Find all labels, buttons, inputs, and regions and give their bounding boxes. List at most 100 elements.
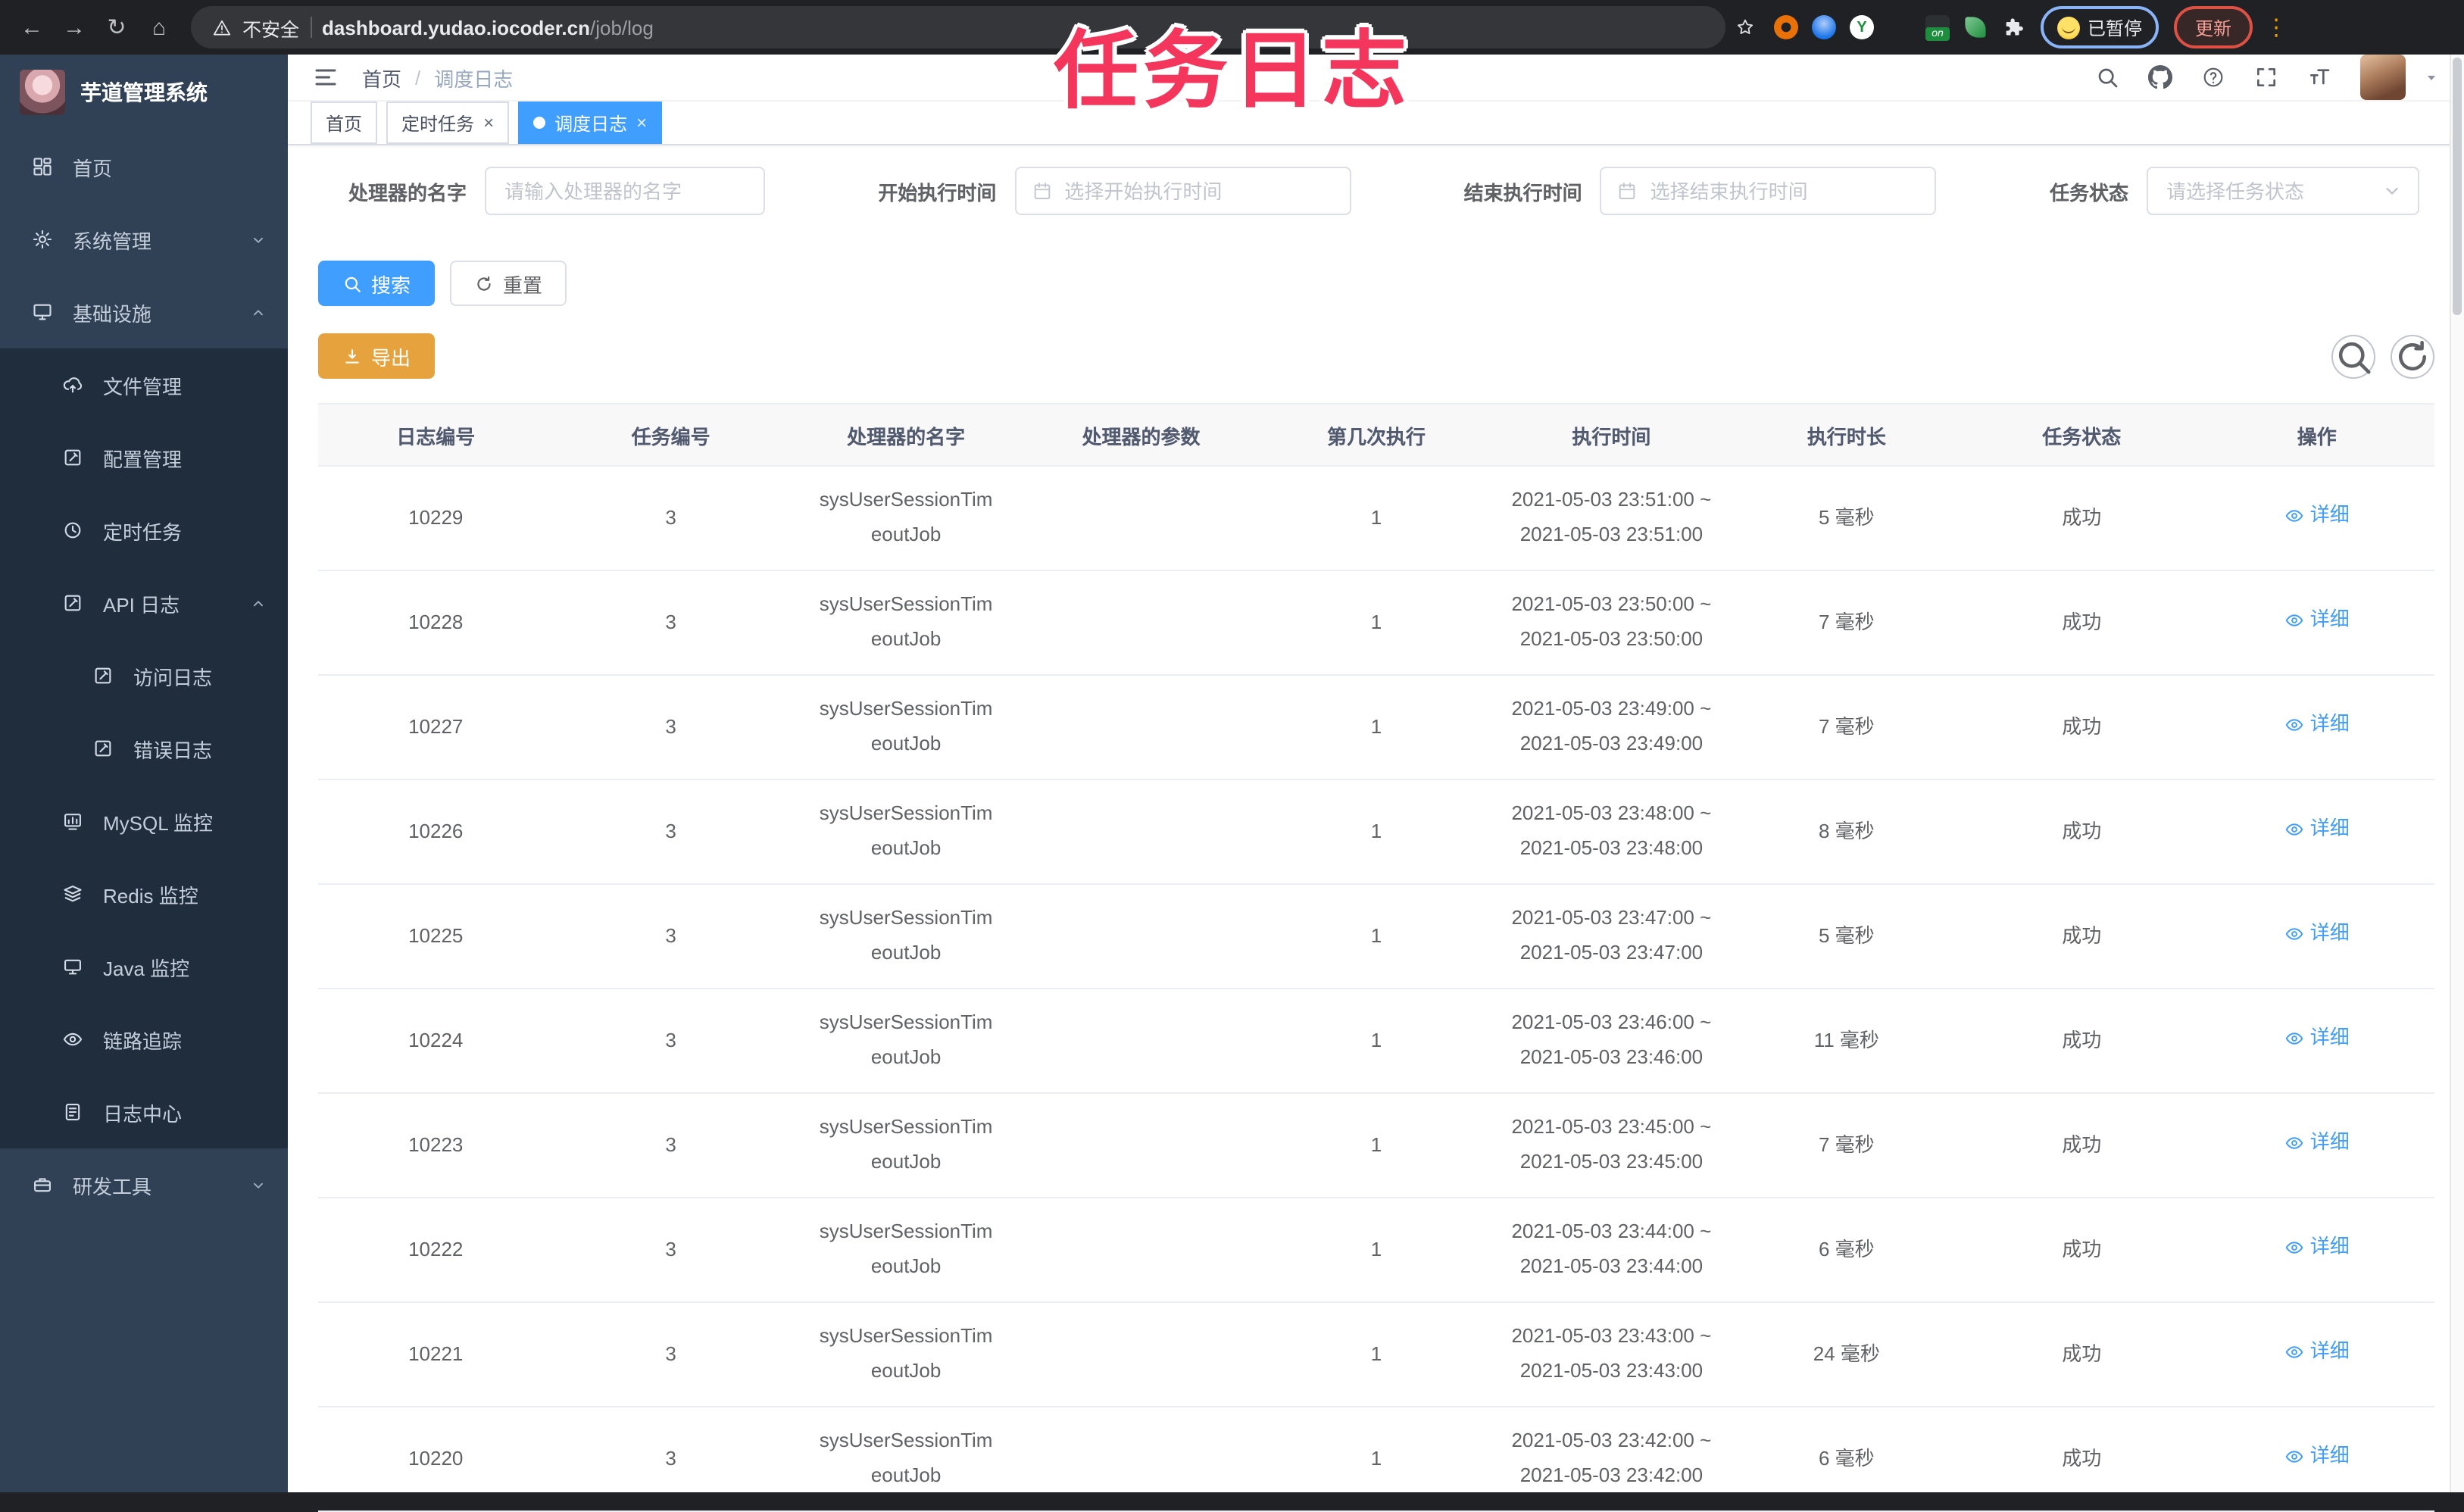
handler-name-input[interactable] bbox=[485, 167, 766, 215]
font-size-icon[interactable] bbox=[2307, 65, 2331, 89]
end-time-field[interactable] bbox=[1647, 178, 1920, 204]
refresh-table-icon[interactable] bbox=[2391, 334, 2434, 378]
cell-exec-time: 2021-05-03 23:48:00 ~2021-05-03 23:48:00 bbox=[1494, 779, 1729, 885]
detail-link[interactable]: 详细 bbox=[2284, 812, 2350, 847]
table-header-row: 日志编号 任务编号 处理器的名字 处理器的参数 第几次执行 执行时间 执行时长 任务状态 操作 bbox=[318, 404, 2434, 467]
user-avatar[interactable] bbox=[2360, 55, 2406, 100]
column-header: 执行时长 bbox=[1729, 404, 1965, 467]
detail-link[interactable]: 详细 bbox=[2284, 603, 2350, 638]
cell-exec-time: 2021-05-03 23:45:00 ~2021-05-03 23:45:00 bbox=[1494, 1093, 1729, 1198]
breadcrumb-home[interactable]: 首页 bbox=[362, 63, 401, 92]
scrollbar-thumb[interactable] bbox=[2453, 58, 2462, 315]
sidebar-item[interactable]: 系统管理 bbox=[0, 203, 288, 276]
export-button[interactable]: 导出 bbox=[318, 333, 436, 379]
detail-link[interactable]: 详细 bbox=[2284, 1439, 2350, 1474]
sidebar-item[interactable]: 首页 bbox=[0, 130, 288, 203]
sidebar-item[interactable]: 研发工具 bbox=[0, 1148, 288, 1221]
ext-orange-icon[interactable] bbox=[1774, 15, 1798, 39]
end-time-picker[interactable] bbox=[1600, 167, 1937, 215]
sidebar-item[interactable]: 链路追踪 bbox=[0, 1003, 288, 1076]
cell-action: 详细 bbox=[2199, 989, 2434, 1094]
back-icon[interactable]: ← bbox=[12, 8, 52, 47]
config-icon bbox=[61, 447, 83, 468]
tab-调度日志[interactable]: 调度日志 × bbox=[518, 102, 663, 144]
collapse-sidebar-icon[interactable] bbox=[312, 64, 339, 91]
ext-leaf-icon[interactable] bbox=[1963, 15, 1988, 39]
detail-link[interactable]: 详细 bbox=[2284, 708, 2350, 742]
detail-link[interactable]: 详细 bbox=[2284, 1230, 2350, 1265]
fullscreen-icon[interactable] bbox=[2254, 65, 2278, 89]
bookmark-star-icon[interactable] bbox=[1735, 17, 1756, 38]
begin-time-picker[interactable] bbox=[1014, 167, 1351, 215]
sidebar-item[interactable]: 定时任务 bbox=[0, 494, 288, 567]
column-header: 任务状态 bbox=[1964, 404, 2200, 467]
paused-label: 已暂停 bbox=[2088, 17, 2143, 39]
table-toolbar: 导出 bbox=[318, 333, 2434, 379]
table-row: 10224 3 sysUserSessionTimeoutJob 1 2021-05-0… bbox=[318, 989, 2434, 1094]
calendar-icon bbox=[1031, 180, 1052, 201]
security-label[interactable]: 不安全 bbox=[242, 13, 299, 42]
trace-icon bbox=[61, 1029, 83, 1050]
reload-icon[interactable]: ↻ bbox=[97, 8, 136, 47]
breadcrumb-separator: / bbox=[415, 66, 421, 89]
browser-window: ← → ↻ ⌂ 不安全 dashboard.yudao.iocoder.cn/j… bbox=[0, 0, 2464, 1512]
sidebar-item[interactable]: 配置管理 bbox=[0, 421, 288, 494]
address-bar[interactable]: 不安全 dashboard.yudao.iocoder.cn/job/log bbox=[191, 6, 1725, 48]
sidebar-item[interactable]: 文件管理 bbox=[0, 348, 288, 421]
sidebar-item[interactable]: Java 监控 bbox=[0, 930, 288, 1003]
sidebar-item[interactable]: MySQL 监控 bbox=[0, 785, 288, 858]
toggle-search-icon[interactable] bbox=[2331, 334, 2375, 378]
detail-link[interactable]: 详细 bbox=[2284, 1335, 2350, 1370]
begin-time-field[interactable] bbox=[1061, 178, 1335, 204]
mysql-icon bbox=[61, 811, 83, 832]
close-icon[interactable]: × bbox=[483, 114, 494, 132]
ext-on-icon[interactable]: on bbox=[1925, 15, 1950, 41]
detail-link[interactable]: 详细 bbox=[2284, 498, 2350, 533]
sidebar-item[interactable]: Redis 监控 bbox=[0, 858, 288, 930]
handler-name-field[interactable] bbox=[501, 178, 749, 204]
table-row: 10228 3 sysUserSessionTimeoutJob 1 2021-05-0… bbox=[318, 570, 2434, 676]
logo-image bbox=[20, 70, 65, 115]
sidebar: 芋道管理系统 首页 系统管理 基础设施 文件管理 配置管理 定时任务 API 日志访问日志错… bbox=[0, 55, 288, 1492]
home-icon[interactable]: ⌂ bbox=[139, 8, 179, 47]
page-scrollbar[interactable] bbox=[2450, 55, 2464, 1492]
cell-status: 成功 bbox=[1964, 779, 2200, 885]
sidebar-item[interactable]: API 日志 bbox=[0, 567, 288, 639]
question-icon[interactable] bbox=[2201, 65, 2225, 89]
profile-paused-badge[interactable]: 已暂停 bbox=[2041, 6, 2160, 48]
status-field[interactable] bbox=[2163, 178, 2372, 204]
cell-duration: 7 毫秒 bbox=[1729, 1093, 1965, 1198]
sidebar-item[interactable]: 基础设施 bbox=[0, 276, 288, 348]
ext-grid-icon[interactable] bbox=[1888, 15, 1912, 39]
detail-link[interactable]: 详细 bbox=[2284, 1021, 2350, 1056]
cell-duration: 7 毫秒 bbox=[1729, 570, 1965, 676]
tab-首页[interactable]: 首页 bbox=[311, 102, 378, 144]
browser-update-button[interactable]: 更新 bbox=[2174, 6, 2253, 48]
column-header: 操作 bbox=[2199, 404, 2434, 467]
forward-icon[interactable]: → bbox=[55, 8, 94, 47]
reset-button[interactable]: 重置 bbox=[450, 261, 567, 306]
detail-label: 详细 bbox=[2309, 712, 2350, 736]
detail-link[interactable]: 详细 bbox=[2284, 1126, 2350, 1161]
cell-param bbox=[1023, 570, 1259, 676]
sidebar-item[interactable]: 日志中心 bbox=[0, 1076, 288, 1148]
ext-y-icon[interactable]: Y bbox=[1850, 15, 1874, 39]
ext-puzzle-icon[interactable] bbox=[2001, 15, 2025, 39]
github-icon[interactable] bbox=[2148, 65, 2172, 89]
browser-menu-icon[interactable]: ⋮ bbox=[2265, 14, 2288, 41]
search-icon[interactable] bbox=[2095, 65, 2119, 89]
sidebar-item[interactable]: 访问日志 bbox=[0, 639, 288, 712]
caret-down-icon[interactable] bbox=[2422, 68, 2441, 86]
navbar-actions bbox=[2095, 55, 2441, 100]
sidebar-item-label: API 日志 bbox=[103, 593, 180, 616]
close-icon[interactable]: × bbox=[636, 114, 647, 132]
ext-blue-icon[interactable] bbox=[1812, 15, 1836, 39]
status-label: 任务状态 bbox=[2049, 181, 2128, 204]
tab-定时任务[interactable]: 定时任务 × bbox=[386, 102, 510, 144]
search-button[interactable]: 搜索 bbox=[318, 261, 436, 306]
status-select[interactable] bbox=[2146, 167, 2419, 215]
sidebar-item[interactable]: 错误日志 bbox=[0, 712, 288, 785]
detail-link[interactable]: 详细 bbox=[2284, 917, 2350, 951]
app-logo[interactable]: 芋道管理系统 bbox=[0, 55, 288, 130]
sidebar-item-label: MySQL 监控 bbox=[103, 811, 213, 834]
